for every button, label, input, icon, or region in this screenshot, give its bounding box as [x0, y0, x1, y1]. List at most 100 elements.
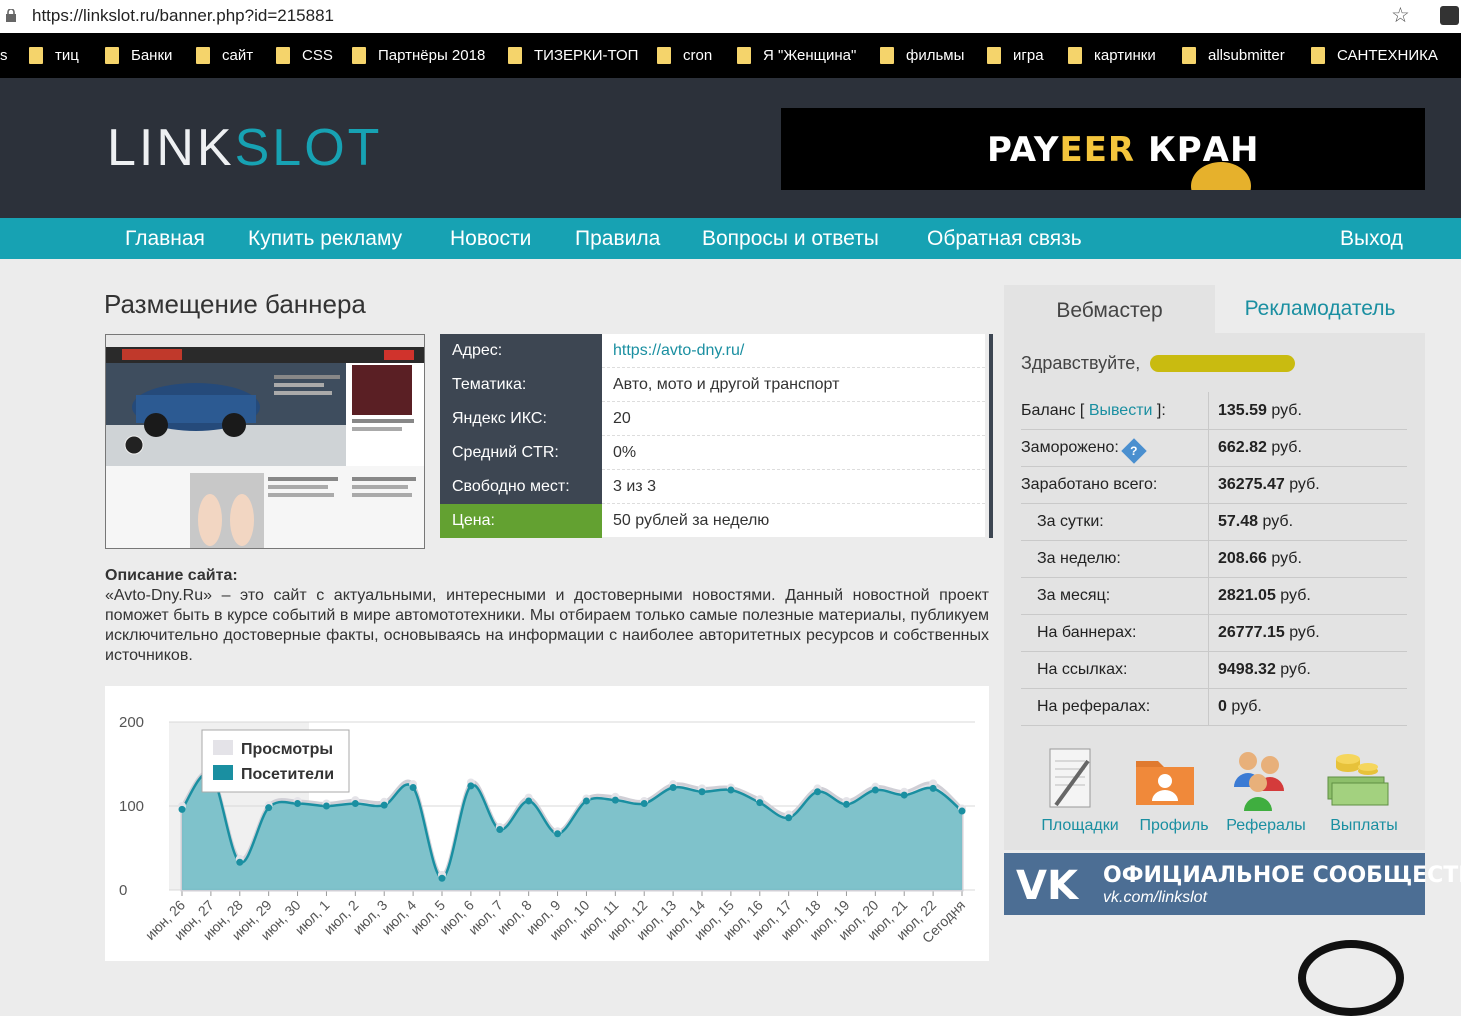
folder-icon	[29, 47, 43, 64]
money-icon	[1327, 754, 1389, 806]
stat-month: За месяц: 2821.05 руб.	[1021, 577, 1407, 615]
stat-earned-total: Заработано всего: 36275.47 руб.	[1021, 466, 1407, 504]
account-panel: Вебмастер Рекламодатель Здравствуйте, Ба…	[1004, 285, 1425, 850]
visitors-point	[236, 858, 244, 866]
profile-link[interactable]: Профиль	[1134, 747, 1209, 834]
bookmark-item[interactable]: ТИЗЕРКИ-ТОП	[508, 47, 638, 64]
stat-balance: Баланс [ Вывести ]: 135.59 руб.	[1021, 392, 1407, 430]
visitors-point	[409, 784, 417, 792]
withdraw-link[interactable]: Вывести	[1089, 402, 1153, 419]
info-value: 50 рублей за неделю	[602, 504, 985, 537]
site-screenshot-thumbnail	[105, 334, 425, 549]
visitors-point	[351, 799, 359, 807]
tab-webmaster[interactable]: Вебмастер	[1004, 285, 1215, 333]
floating-widget-icon[interactable]	[1298, 940, 1404, 1016]
visitors-point	[380, 801, 388, 809]
bookmark-item[interactable]: s	[0, 47, 8, 64]
info-label: Тематика:	[440, 368, 602, 402]
bookmark-star-icon[interactable]: ☆	[1391, 3, 1410, 28]
banner-info-table: Адрес: https://avto-dny.ru/ Тематика: Ав…	[440, 334, 993, 538]
vk-title: ОФИЦИАЛЬНОЕ СООБЩЕСТВО	[1103, 863, 1461, 888]
info-value: Авто, мото и другой транспорт	[602, 368, 985, 402]
profile-folder-icon	[1136, 761, 1194, 805]
bookmark-item[interactable]: cron	[657, 47, 712, 64]
visitors-point	[900, 791, 908, 799]
extension-icon[interactable]	[1440, 6, 1459, 25]
visitors-point	[842, 800, 850, 808]
nav-buy-ads[interactable]: Купить рекламу	[248, 227, 402, 251]
bookmark-item[interactable]: САНТЕХНИКА	[1311, 47, 1438, 64]
stat-day: За сутки: 57.48 руб.	[1021, 503, 1407, 541]
folder-icon	[105, 47, 119, 64]
visitors-point	[669, 784, 677, 792]
y-tick-label: 100	[119, 798, 144, 815]
site-logo[interactable]: LINKSLOT	[107, 118, 382, 178]
bookmark-item[interactable]: игра	[987, 47, 1044, 64]
folder-icon	[987, 47, 1001, 64]
info-label: Адрес:	[440, 334, 602, 368]
folder-icon	[1311, 47, 1325, 64]
folder-icon	[657, 47, 671, 64]
visitors-point	[582, 797, 590, 805]
payouts-label: Выплаты	[1330, 817, 1398, 834]
folder-icon	[196, 47, 210, 64]
legend-label-visitors: Посетители	[241, 766, 334, 783]
info-label: Свободно мест:	[440, 470, 602, 504]
visitors-point	[785, 814, 793, 822]
info-value: 20	[602, 402, 985, 436]
folder-icon	[1068, 47, 1082, 64]
visitors-point	[611, 796, 619, 804]
info-row-ctr: Средний CTR: 0%	[440, 436, 985, 470]
y-tick-label: 200	[119, 714, 144, 731]
visitors-point	[467, 782, 475, 790]
nav-news[interactable]: Новости	[450, 227, 531, 251]
nav-feedback[interactable]: Обратная связь	[927, 227, 1082, 251]
vk-logo-icon: VK	[1016, 863, 1078, 909]
stat-referrals: На рефералах: 0 руб.	[1021, 688, 1407, 726]
bookmark-item[interactable]: Партнёры 2018	[352, 47, 485, 64]
users-icon	[1234, 752, 1284, 811]
folder-icon	[276, 47, 290, 64]
visitors-point	[294, 799, 302, 807]
bookmark-item[interactable]: картинки	[1068, 47, 1156, 64]
info-label: Яндекс ИКС:	[440, 402, 602, 436]
referrals-link[interactable]: Рефералы	[1226, 747, 1306, 834]
folder-icon	[880, 47, 894, 64]
visitors-point	[871, 786, 879, 794]
visitors-point	[525, 797, 533, 805]
thumbnail-image	[106, 335, 424, 548]
bookmark-item[interactable]: тиц	[29, 47, 79, 64]
visitors-point	[958, 807, 966, 815]
bookmark-item[interactable]: allsubmitter	[1182, 47, 1285, 64]
nav-home[interactable]: Главная	[125, 227, 205, 251]
site-url-link[interactable]: https://avto-dny.ru/	[602, 334, 985, 368]
nav-faq[interactable]: Вопросы и ответы	[702, 227, 879, 251]
notepad-icon	[1049, 748, 1091, 808]
tab-advertiser[interactable]: Рекламодатель	[1215, 285, 1425, 333]
bookmarks-bar: s тиц Банки сайт CSS Партнёры 2018 ТИЗЕР…	[0, 33, 1461, 78]
visitors-point	[640, 799, 648, 807]
bookmark-item[interactable]: Я "Женщина"	[737, 47, 856, 64]
question-icon[interactable]: ?	[1121, 438, 1147, 464]
bookmark-item[interactable]: фильмы	[880, 47, 964, 64]
bookmark-item[interactable]: сайт	[196, 47, 253, 64]
info-label: Цена:	[440, 504, 602, 538]
folder-icon	[1182, 47, 1196, 64]
info-row-yandex-iks: Яндекс ИКС: 20	[440, 402, 985, 436]
visitors-point	[814, 788, 822, 796]
platforms-link[interactable]: Площадки	[1040, 747, 1119, 834]
url-field[interactable]: https://linkslot.ru/banner.php?id=215881	[32, 6, 334, 26]
chart-svg: 2001000июн, 26июн, 27июн, 28июн, 29июн, …	[119, 714, 975, 946]
visitors-point	[698, 788, 706, 796]
header-ad-banner[interactable]: PAYEER КРАН	[781, 108, 1425, 190]
bookmark-item[interactable]: CSS	[276, 47, 333, 64]
vk-community-banner[interactable]: VK ОФИЦИАЛЬНОЕ СООБЩЕСТВО vk.com/linkslo…	[1004, 853, 1461, 915]
site-header: LINKSLOT PAYEER КРАН	[0, 78, 1461, 218]
bookmark-item[interactable]: Банки	[105, 47, 172, 64]
main-nav: Главная Купить рекламу Новости Правила В…	[0, 218, 1461, 259]
nav-rules[interactable]: Правила	[575, 227, 660, 251]
visitors-point	[756, 799, 764, 807]
payouts-link[interactable]: Выплаты	[1324, 747, 1398, 834]
page-title: Размещение баннера	[104, 289, 366, 319]
nav-logout[interactable]: Выход	[1340, 227, 1403, 251]
